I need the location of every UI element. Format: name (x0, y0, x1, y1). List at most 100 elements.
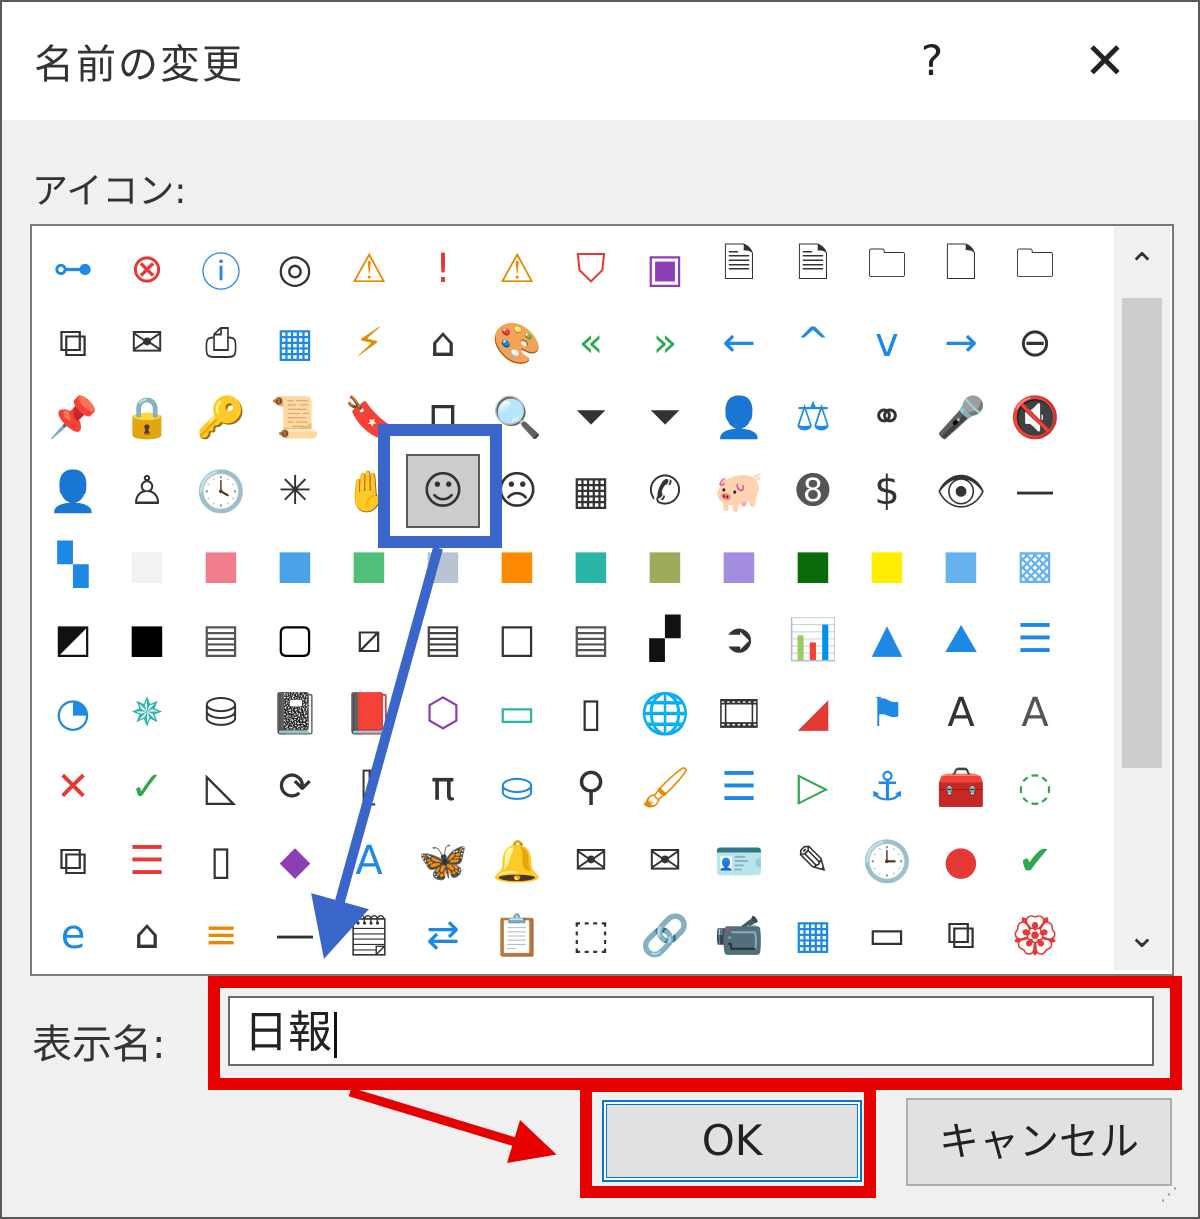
flash-document-icon[interactable]: ⚡ (332, 306, 406, 380)
lock-icon[interactable]: 🔒 (110, 380, 184, 454)
contact-card-icon[interactable]: 👤 (702, 380, 776, 454)
scroll-thumb[interactable] (1122, 298, 1162, 768)
stacked-bars-icon[interactable]: ☰ (998, 602, 1072, 676)
ok-button[interactable]: OK (602, 1100, 862, 1182)
save-disk-icon[interactable]: ▣ (628, 232, 702, 306)
back-circle-icon[interactable]: ⊖ (998, 306, 1072, 380)
phone-icon[interactable]: ✆ (628, 454, 702, 528)
gradient-gray-icon[interactable]: ▤ (184, 602, 258, 676)
eight-ball-icon[interactable]: ➑ (776, 454, 850, 528)
document-swap-icon[interactable]: ⇄ (406, 898, 480, 972)
arrow-circle-icon[interactable]: ➲ (702, 602, 776, 676)
person-outline-icon[interactable]: ♙ (110, 454, 184, 528)
swatch-teal-icon[interactable]: ■ (554, 528, 628, 602)
swatch-lavender-icon[interactable]: ■ (702, 528, 776, 602)
edit-card-icon[interactable]: ✎ (776, 824, 850, 898)
person-filled-icon[interactable]: 👤 (36, 454, 110, 528)
info-circle-icon[interactable]: ⓘ (184, 232, 258, 306)
letter-a-gray-icon[interactable]: A (998, 676, 1072, 750)
clock-icon[interactable]: 🕓 (184, 454, 258, 528)
smiley-icon[interactable]: ☺ (406, 454, 480, 528)
filter-icon-2[interactable]: ⏷ (628, 380, 702, 454)
web-image-icon[interactable]: 🌐 (628, 676, 702, 750)
diagonal-line-box-icon[interactable]: ⧄ (332, 602, 406, 676)
cross-red-icon[interactable]: ✕ (36, 750, 110, 824)
warning-icon-2[interactable]: ⚠ (480, 232, 554, 306)
swatch-black-icon[interactable]: ■ (110, 602, 184, 676)
horizontal-line-icon[interactable]: — (258, 898, 332, 972)
note-icon[interactable]: 🗒 (332, 898, 406, 972)
warning-icon[interactable]: ⚠ (332, 232, 406, 306)
pie-chart-icon[interactable]: ◔ (36, 676, 110, 750)
bell-icon[interactable]: 🔔 (480, 824, 554, 898)
video-frame-icon[interactable]: 🎞 (702, 676, 776, 750)
microphone-icon[interactable]: 🎤 (924, 380, 998, 454)
swatch-green-icon[interactable]: ■ (332, 528, 406, 602)
dash-icon[interactable]: — (998, 454, 1072, 528)
chevron-down-icon[interactable]: v (850, 306, 924, 380)
cube-document-icon[interactable]: ⬡ (406, 676, 480, 750)
mute-speaker-icon[interactable]: 🔇 (998, 380, 1072, 454)
layers-icon[interactable]: ⧉ (36, 824, 110, 898)
magnifier-icon[interactable]: 🔍 (480, 380, 554, 454)
envelope-icon[interactable]: ✉ (628, 824, 702, 898)
open-envelope-icon[interactable]: ✉ (554, 824, 628, 898)
diagonal-split-icon[interactable]: ◩ (36, 602, 110, 676)
gallery-scrollbar[interactable]: ⌃ ⌄ (1114, 226, 1170, 970)
document-export-icon[interactable]: 🗎 (702, 232, 776, 306)
swatch-olive-icon[interactable]: ■ (628, 528, 702, 602)
window-icon[interactable]: ▭ (850, 898, 924, 972)
checkerboard-icon[interactable]: ▞ (628, 602, 702, 676)
white-square-icon[interactable]: □ (480, 602, 554, 676)
list-alert-icon[interactable]: ☰ (110, 824, 184, 898)
printer-icon[interactable]: ⎙ (184, 306, 258, 380)
resize-grip-icon[interactable]: ⋰ (1160, 1184, 1190, 1214)
swatch-sky-icon[interactable]: ■ (924, 528, 998, 602)
gradient-stripes-icon[interactable]: ▤ (554, 602, 628, 676)
swatch-yellow-icon[interactable]: ■ (850, 528, 924, 602)
presentation-board-icon[interactable]: ⊓ (406, 380, 480, 454)
flags-icon[interactable]: ⚑ (850, 676, 924, 750)
key-icon[interactable]: 🔑 (184, 380, 258, 454)
target-icon[interactable]: ◎ (258, 232, 332, 306)
piggy-bank-icon[interactable]: 🐖 (702, 454, 776, 528)
palette-icon[interactable]: 🎨 (480, 306, 554, 380)
double-left-arrow-icon[interactable]: « (554, 306, 628, 380)
dollar-quote-icon[interactable]: $ (850, 454, 924, 528)
clipboard-icon[interactable]: 📋 (480, 898, 554, 972)
cone-icon[interactable]: ▲ (850, 602, 924, 676)
box-icon[interactable]: ⬚ (554, 898, 628, 972)
sad-face-icon[interactable]: ☹ (480, 454, 554, 528)
bookmark-icon[interactable]: 🔖 (332, 380, 406, 454)
anchor-icon[interactable]: ⚓ (850, 750, 924, 824)
script-a-icon[interactable]: A (332, 824, 406, 898)
letter-a-box-icon[interactable]: A (924, 676, 998, 750)
search-icon[interactable]: ⚲ (554, 750, 628, 824)
butterfly-logo-icon[interactable]: 🦋 (406, 824, 480, 898)
blank-document-icon[interactable]: 🗋 (924, 232, 998, 306)
eraser-icon[interactable]: ◆ (258, 824, 332, 898)
red-circle-icon[interactable]: ● (924, 824, 998, 898)
eye-icon[interactable]: 👁 (924, 454, 998, 528)
document-import-icon[interactable]: 🗎 (776, 232, 850, 306)
org-chart-icon[interactable]: ⊶ (36, 232, 110, 306)
swatch-pattern-icon[interactable]: ▩ (998, 528, 1072, 602)
home-icon[interactable]: ⌂ (406, 306, 480, 380)
cancel-button[interactable]: キャンセル (906, 1098, 1172, 1186)
double-right-arrow-icon[interactable]: » (628, 306, 702, 380)
shield-icon[interactable]: ⛉ (554, 232, 628, 306)
color-slide-icon[interactable]: ◢ (776, 676, 850, 750)
ring-binder-icon[interactable]: ▯ (554, 676, 628, 750)
folder-icon-2[interactable]: 🗀 (998, 232, 1072, 306)
notebook-red-icon[interactable]: 📕 (332, 676, 406, 750)
toolbox-icon[interactable]: 🧰 (924, 750, 998, 824)
swatch-dark-green-icon[interactable]: ■ (776, 528, 850, 602)
copy-icon[interactable]: ⧉ (36, 306, 110, 380)
brush-icon[interactable]: 🖌 (628, 750, 702, 824)
help-button[interactable]: ? (902, 30, 962, 92)
variable-bracket-icon[interactable]: ⟦ (332, 750, 406, 824)
calculator-icon[interactable]: ▦ (554, 454, 628, 528)
stack-orange-icon[interactable]: ≡ (184, 898, 258, 972)
swatch-gray-blue-icon[interactable]: ■ (406, 528, 480, 602)
bullet-list-icon[interactable]: ☰ (702, 750, 776, 824)
